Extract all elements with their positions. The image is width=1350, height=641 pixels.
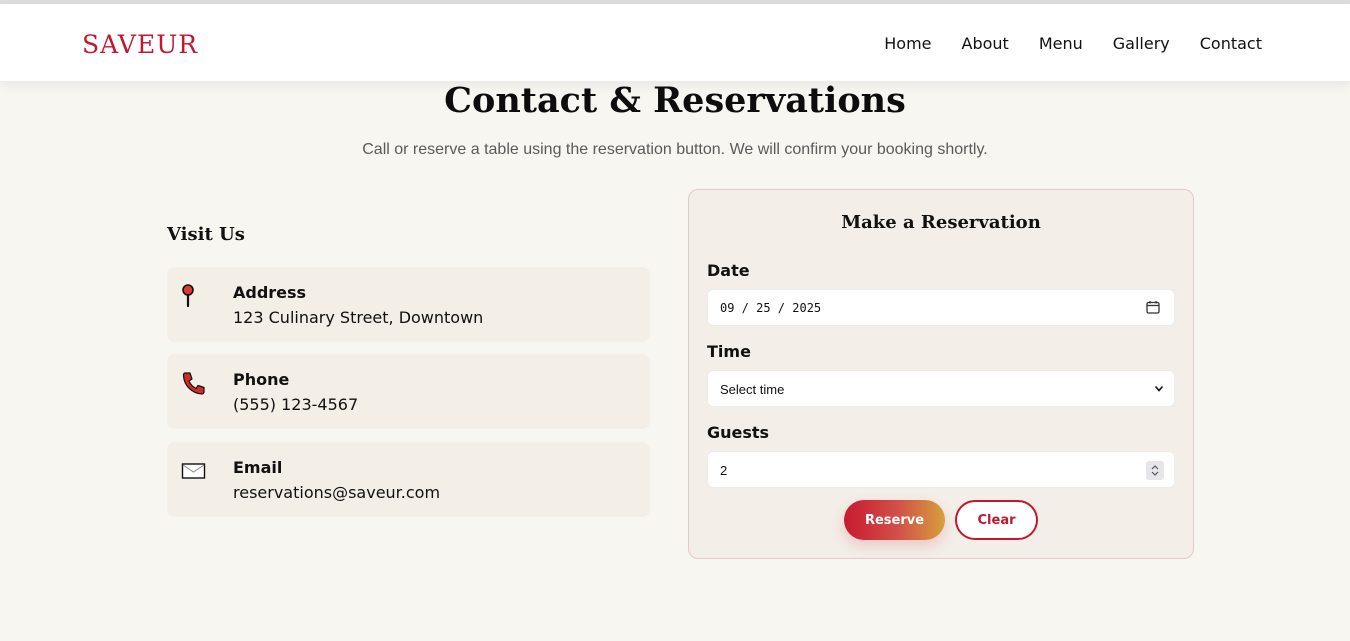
date-input[interactable]: 09 / 25 / 2025	[707, 289, 1175, 326]
nav-contact[interactable]: Contact	[1200, 34, 1262, 53]
nav-menu[interactable]: Menu	[1039, 34, 1083, 53]
guests-label: Guests	[707, 423, 770, 442]
email-card: Email reservations@saveur.com	[167, 442, 650, 517]
phone-label: Phone	[233, 370, 290, 389]
address-card: Address 123 Culinary Street, Downtown	[167, 267, 650, 342]
envelope-icon	[181, 463, 206, 479]
email-label: Email	[233, 458, 283, 477]
email-value: reservations@saveur.com	[233, 483, 441, 502]
visit-us-title: Visit Us	[167, 224, 245, 245]
nav-home[interactable]: Home	[884, 34, 931, 53]
address-value: 123 Culinary Street, Downtown	[233, 308, 484, 327]
time-value: Select time	[720, 382, 785, 397]
nav-about[interactable]: About	[962, 34, 1009, 53]
nav-gallery[interactable]: Gallery	[1113, 34, 1170, 53]
phone-value: (555) 123-4567	[233, 395, 359, 414]
page-subtitle: Call or reserve a table using the reserv…	[362, 141, 988, 158]
calendar-icon[interactable]	[1146, 300, 1160, 314]
chevron-down-icon	[1154, 385, 1164, 392]
time-select[interactable]: Select time	[707, 370, 1175, 407]
date-label: Date	[707, 261, 750, 280]
phone-icon	[182, 372, 205, 395]
address-label: Address	[233, 283, 307, 302]
guests-stepper[interactable]	[1146, 461, 1164, 480]
reserve-button[interactable]: Reserve	[844, 500, 945, 540]
time-label: Time	[707, 342, 751, 361]
site-header: SAVEUR Home About Menu Gallery Contact	[0, 4, 1350, 82]
map-pin-icon	[182, 284, 194, 308]
logo[interactable]: SAVEUR	[82, 30, 198, 59]
phone-card: Phone (555) 123-4567	[167, 354, 650, 429]
guests-input[interactable]: 2	[707, 451, 1175, 488]
page-title: Contact & Reservations	[444, 80, 906, 121]
guests-value: 2	[720, 463, 728, 478]
stepper-arrows-icon[interactable]	[1150, 464, 1160, 477]
date-value: 09 / 25 / 2025	[720, 301, 822, 315]
clear-button[interactable]: Clear	[955, 500, 1038, 540]
main-nav: Home About Menu Gallery Contact	[884, 34, 1262, 53]
reservation-form: Make a Reservation Date 09 / 25 / 2025 T…	[688, 189, 1194, 559]
reservation-title: Make a Reservation	[841, 212, 1041, 233]
